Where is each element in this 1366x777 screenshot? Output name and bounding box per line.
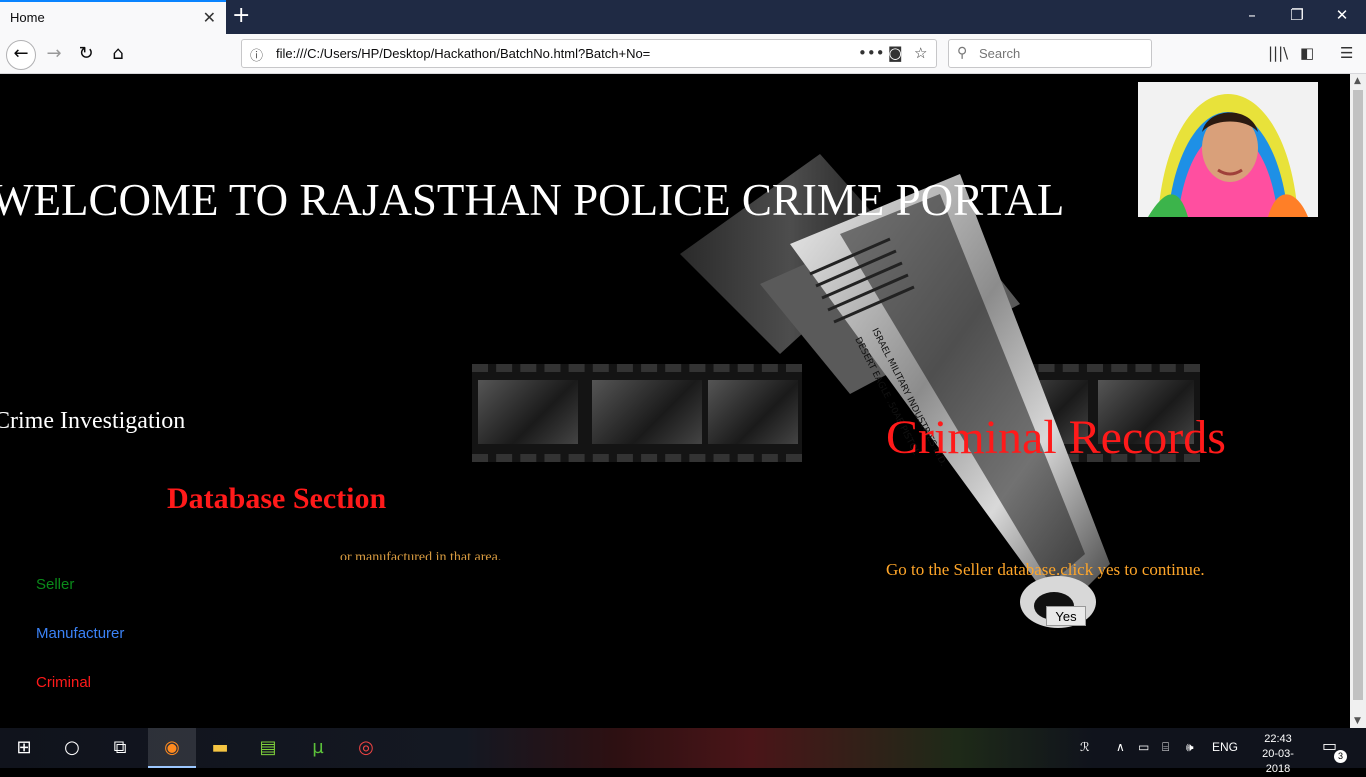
show-hidden-icons-icon[interactable]: ∧ (1116, 740, 1125, 754)
utorrent-icon[interactable]: µ (294, 728, 342, 768)
page-title: WELCOME TO RAJASTHAN POLICE CRIME PORTAL (0, 175, 1065, 225)
reload-icon[interactable]: ↻ (72, 40, 100, 68)
pocket-icon[interactable]: ◙ (888, 44, 903, 62)
database-section-heading: Database Section (167, 482, 387, 515)
criminal-link[interactable]: Criminal (36, 674, 91, 691)
hidden-caption: or manufactured in that area. (340, 550, 502, 560)
web-page: DESERT EAGLE .50AE PISTOL ISRAEL MILITAR… (0, 74, 1350, 728)
volume-icon[interactable]: 🕪 (1186, 740, 1194, 755)
tab-strip: Home ✕ + – ❐ ✕ (0, 0, 1366, 34)
clock-date: 20-03-2018 (1262, 748, 1294, 775)
new-tab-icon[interactable]: + (232, 3, 250, 28)
home-icon[interactable]: ⌂ (104, 40, 132, 68)
cortana-icon[interactable]: ○ (48, 728, 96, 768)
file-explorer-icon[interactable]: ▬ (196, 728, 244, 768)
close-window-icon[interactable]: ✕ (1322, 6, 1362, 24)
scroll-down-icon[interactable]: ▼ (1354, 716, 1361, 726)
criminal-records-heading: Criminal Records (886, 411, 1226, 464)
page-actions-icon[interactable]: ••• (858, 44, 885, 62)
back-arrow-icon[interactable]: ← (6, 40, 36, 70)
menu-icon[interactable]: ☰ (1340, 44, 1353, 62)
windows-start-icon[interactable]: ⊞ (0, 728, 48, 768)
notepad-icon[interactable]: ▤ (244, 728, 292, 768)
notification-count: 3 (1334, 750, 1347, 763)
firefox-icon[interactable]: ◉ (148, 728, 196, 768)
navigation-toolbar: ← → ↻ ⌂ ⓘ file:///C:/Users/HP/Desktop/Ha… (0, 34, 1366, 74)
restore-icon[interactable]: ❐ (1277, 6, 1317, 24)
battery-icon[interactable]: ▭ (1138, 740, 1149, 754)
address-bar[interactable]: ⓘ file:///C:/Users/HP/Desktop/Hackathon/… (241, 39, 937, 68)
minimize-icon[interactable]: – (1232, 6, 1272, 24)
bookmark-star-icon[interactable]: ☆ (914, 44, 927, 62)
sidebar-icon[interactable]: ◧ (1300, 44, 1314, 62)
tab-home[interactable]: Home ✕ (0, 0, 226, 34)
sub-heading: Crime Investigation (0, 408, 186, 434)
chrome-icon[interactable]: ◎ (342, 728, 390, 768)
people-icon[interactable]: ℛ (1080, 740, 1090, 754)
vertical-scrollbar[interactable]: ▲ ▼ (1350, 74, 1366, 728)
tab-title: Home (10, 10, 45, 25)
network-icon[interactable]: ⌸ (1162, 740, 1169, 755)
close-tab-icon[interactable]: ✕ (203, 8, 216, 27)
clock[interactable]: 22:43 20-03-2018 (1250, 732, 1306, 777)
chief-minister-photo (1138, 82, 1318, 217)
url-text[interactable]: file:///C:/Users/HP/Desktop/Hackathon/Ba… (276, 46, 650, 61)
forward-arrow-icon[interactable]: → (40, 40, 68, 68)
windows-taskbar: ⊞ ○ ⧉ ◉ ▬ ▤ µ ◎ ℛ ∧ ▭ ⌸ 🕪 ENG 22:43 20-0… (0, 728, 1366, 775)
search-box[interactable]: ⚲ (948, 39, 1152, 68)
yes-button[interactable]: Yes (1046, 606, 1086, 626)
seller-link[interactable]: Seller (36, 576, 74, 593)
scroll-up-icon[interactable]: ▲ (1354, 76, 1361, 86)
language-indicator[interactable]: ENG (1212, 740, 1238, 754)
manufacturer-link[interactable]: Manufacturer (36, 625, 124, 642)
clock-time: 22:43 (1264, 733, 1292, 745)
task-view-icon[interactable]: ⧉ (96, 728, 144, 768)
search-icon: ⚲ (957, 45, 968, 61)
library-icon[interactable]: |||\ (1268, 44, 1288, 62)
search-input[interactable] (979, 46, 1139, 61)
info-icon[interactable]: ⓘ (250, 45, 263, 64)
scroll-thumb[interactable] (1353, 90, 1363, 700)
records-message: Go to the Seller database.click yes to c… (886, 560, 1205, 579)
